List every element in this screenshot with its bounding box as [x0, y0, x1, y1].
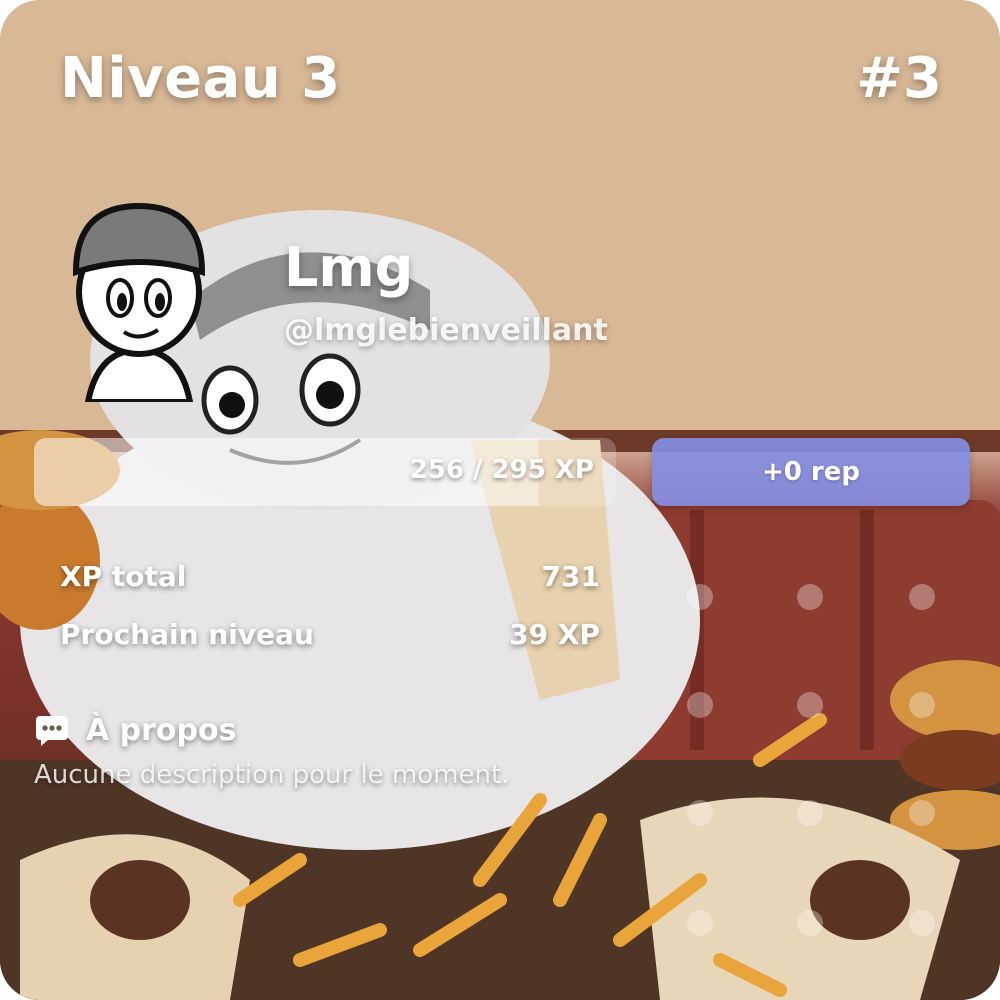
stat-label: Prochain niveau: [60, 618, 314, 651]
decorative-dot: [687, 800, 713, 826]
profile-name: Lmg: [284, 236, 414, 299]
decorative-dot: [687, 584, 713, 610]
about-title: À propos: [86, 712, 237, 748]
avatar: [58, 200, 220, 402]
stat-row-next-level: Prochain niveau 39 XP: [60, 618, 600, 651]
decorative-dot: [909, 692, 935, 718]
decorative-dot: [909, 800, 935, 826]
decorative-dot: [687, 910, 713, 936]
decorative-dot: [909, 584, 935, 610]
decorative-dot: [797, 910, 823, 936]
content-overlay: Niveau 3 #3 Lmg @lmglebienveillant 256 /…: [0, 0, 1000, 1000]
decorative-dot: [797, 800, 823, 826]
chat-bubble-icon: [34, 712, 70, 748]
rep-button[interactable]: +0 rep: [652, 438, 970, 506]
stat-value: 39 XP: [509, 618, 600, 651]
cartoon-avatar-icon: [72, 202, 206, 402]
stat-row-xp-total: XP total 731: [60, 560, 600, 593]
level-title: Niveau 3: [60, 46, 341, 111]
xp-progress-bar: 256 / 295 XP: [34, 438, 616, 506]
decorative-dot: [909, 910, 935, 936]
decorative-dot: [797, 584, 823, 610]
decorative-dot: [687, 692, 713, 718]
rank-badge: #3: [856, 46, 942, 111]
about-description: Aucune description pour le moment.: [34, 760, 510, 790]
decorative-dot: [797, 692, 823, 718]
xp-progress-label: 256 / 295 XP: [409, 455, 594, 485]
profile-handle: @lmglebienveillant: [284, 313, 608, 348]
about-header: À propos: [34, 712, 236, 748]
stat-value: 731: [541, 560, 600, 593]
stat-label: XP total: [60, 560, 187, 593]
profile-card: Niveau 3 #3 Lmg @lmglebienveillant 256 /…: [0, 0, 1000, 1000]
